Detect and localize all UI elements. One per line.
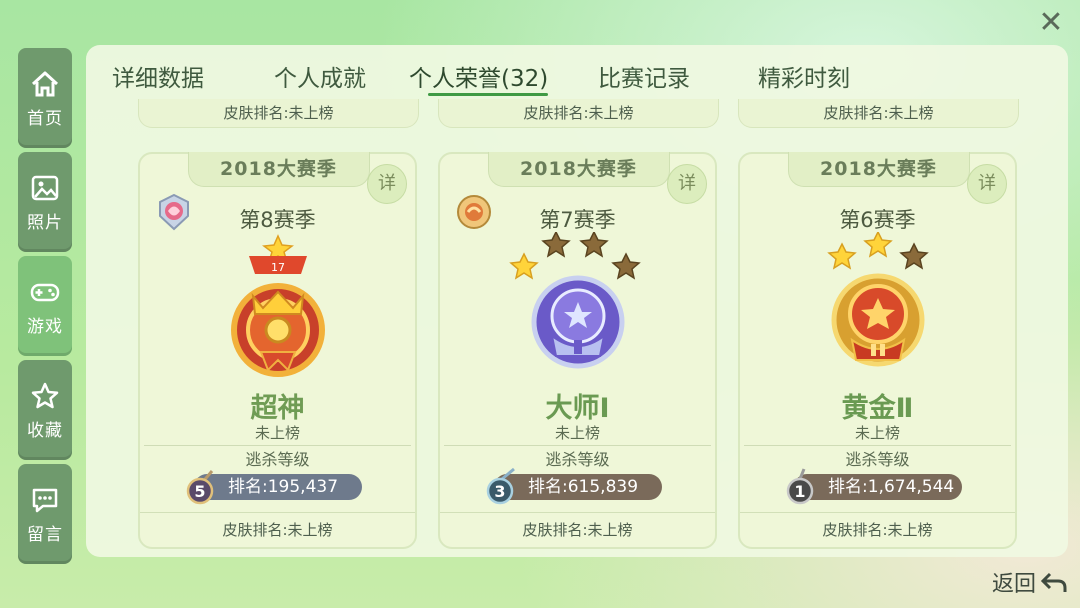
rank-bar: 排名:615,839 bbox=[494, 474, 662, 500]
gold-medal-icon bbox=[826, 232, 929, 367]
star-icon bbox=[31, 382, 59, 408]
master-medal-icon bbox=[508, 232, 641, 369]
skin-rank: 皮肤排名:未上榜 bbox=[440, 512, 715, 547]
detail-button[interactable]: 详 bbox=[967, 164, 1007, 204]
card-skin-rank-partial: 皮肤排名:未上榜 bbox=[438, 99, 719, 128]
sidebar-item-label: 首页 bbox=[27, 108, 63, 129]
rank-name: 黄金Ⅱ bbox=[841, 393, 914, 424]
rank-name: 超神 bbox=[250, 393, 305, 424]
rank-status: 未上榜 bbox=[554, 424, 600, 442]
season-name: 第6赛季 bbox=[839, 208, 916, 232]
tab-match-records[interactable]: 比赛记录 bbox=[598, 59, 690, 93]
honor-card: 2018大赛季 详 第7赛季 大师Ⅰ 未上榜 逃杀等级 排名:615,839 3 bbox=[438, 152, 717, 549]
rank-level-badge-icon: 1 bbox=[786, 468, 814, 505]
sidebar-item-label: 游戏 bbox=[27, 316, 63, 337]
rank-level: 5 bbox=[194, 482, 205, 501]
card-skin-rank-partial: 皮肤排名:未上榜 bbox=[138, 99, 419, 128]
medal-badge-number: 17 bbox=[271, 261, 285, 274]
season-name: 第7赛季 bbox=[539, 208, 616, 232]
tier-label: 逃杀等级 bbox=[245, 450, 310, 469]
season-tag: 2018大赛季 bbox=[487, 152, 670, 187]
sidebar-item-favorites[interactable]: 收藏 bbox=[18, 360, 72, 460]
sidebar-item-label: 照片 bbox=[27, 212, 63, 233]
rank-level: 1 bbox=[794, 482, 805, 501]
supreme-medal-icon: 17 bbox=[230, 234, 325, 377]
photo-icon bbox=[31, 175, 59, 200]
tab-honors[interactable]: 个人荣誉(32) bbox=[409, 59, 548, 93]
sidebar-item-messages[interactable]: 留言 bbox=[18, 464, 72, 564]
sidebar-item-label: 留言 bbox=[27, 524, 63, 545]
sidebar: 首页 照片 游戏 收藏 留言 bbox=[18, 48, 72, 568]
back-label: 返回 bbox=[991, 572, 1036, 597]
rank-bar: 排名:195,437 bbox=[194, 474, 362, 500]
season-name: 第8赛季 bbox=[239, 208, 316, 232]
rank-level: 3 bbox=[494, 482, 505, 501]
active-tab-indicator bbox=[428, 93, 548, 96]
season-tag: 2018大赛季 bbox=[187, 152, 370, 187]
honor-card: 2018大赛季 详 第8赛季 17 超神 未上榜 逃杀等级 排名:195,437… bbox=[138, 152, 417, 549]
skin-rank: 皮肤排名:未上榜 bbox=[740, 512, 1015, 547]
sidebar-item-photos[interactable]: 照片 bbox=[18, 152, 72, 252]
rank-name: 大师Ⅰ bbox=[545, 393, 610, 424]
sidebar-item-games[interactable]: 游戏 bbox=[18, 256, 72, 356]
card-skin-rank-partial: 皮肤排名:未上榜 bbox=[738, 99, 1019, 128]
sidebar-item-home[interactable]: 首页 bbox=[18, 48, 72, 148]
message-icon bbox=[32, 488, 58, 512]
honor-card: 2018大赛季 详 第6赛季 黄金Ⅱ 未上榜 逃杀等级 排名:1,674,544… bbox=[738, 152, 1017, 549]
back-arrow-icon bbox=[1040, 572, 1067, 592]
tab-bar: 详细数据 个人成就 个人荣誉(32) 比赛记录 精彩时刻 bbox=[86, 45, 1068, 107]
season-tag: 2018大赛季 bbox=[787, 152, 970, 187]
back-button[interactable]: 返回 bbox=[992, 566, 1068, 598]
gamepad-icon bbox=[30, 283, 60, 301]
tab-detailed-data[interactable]: 详细数据 bbox=[112, 59, 204, 93]
tab-highlights[interactable]: 精彩时刻 bbox=[758, 59, 850, 93]
tier-label: 逃杀等级 bbox=[845, 450, 910, 469]
rank-level-badge-icon: 3 bbox=[486, 467, 515, 505]
detail-button[interactable]: 详 bbox=[367, 164, 407, 204]
close-icon[interactable]: ✕ bbox=[1036, 8, 1066, 38]
main-panel: 详细数据 个人成就 个人荣誉(32) 比赛记录 精彩时刻 皮肤排名:未上榜 皮肤… bbox=[86, 45, 1068, 557]
rank-level-badge-icon: 5 bbox=[186, 470, 214, 505]
rank-status: 未上榜 bbox=[854, 424, 900, 442]
skin-rank: 皮肤排名:未上榜 bbox=[140, 512, 415, 547]
tab-achievements[interactable]: 个人成就 bbox=[274, 59, 366, 93]
sidebar-item-label: 收藏 bbox=[27, 420, 63, 441]
home-icon bbox=[31, 71, 59, 96]
tier-label: 逃杀等级 bbox=[545, 450, 610, 469]
rank-status: 未上榜 bbox=[254, 424, 300, 442]
detail-button[interactable]: 详 bbox=[667, 164, 707, 204]
rank-bar: 排名:1,674,544 bbox=[794, 474, 962, 500]
